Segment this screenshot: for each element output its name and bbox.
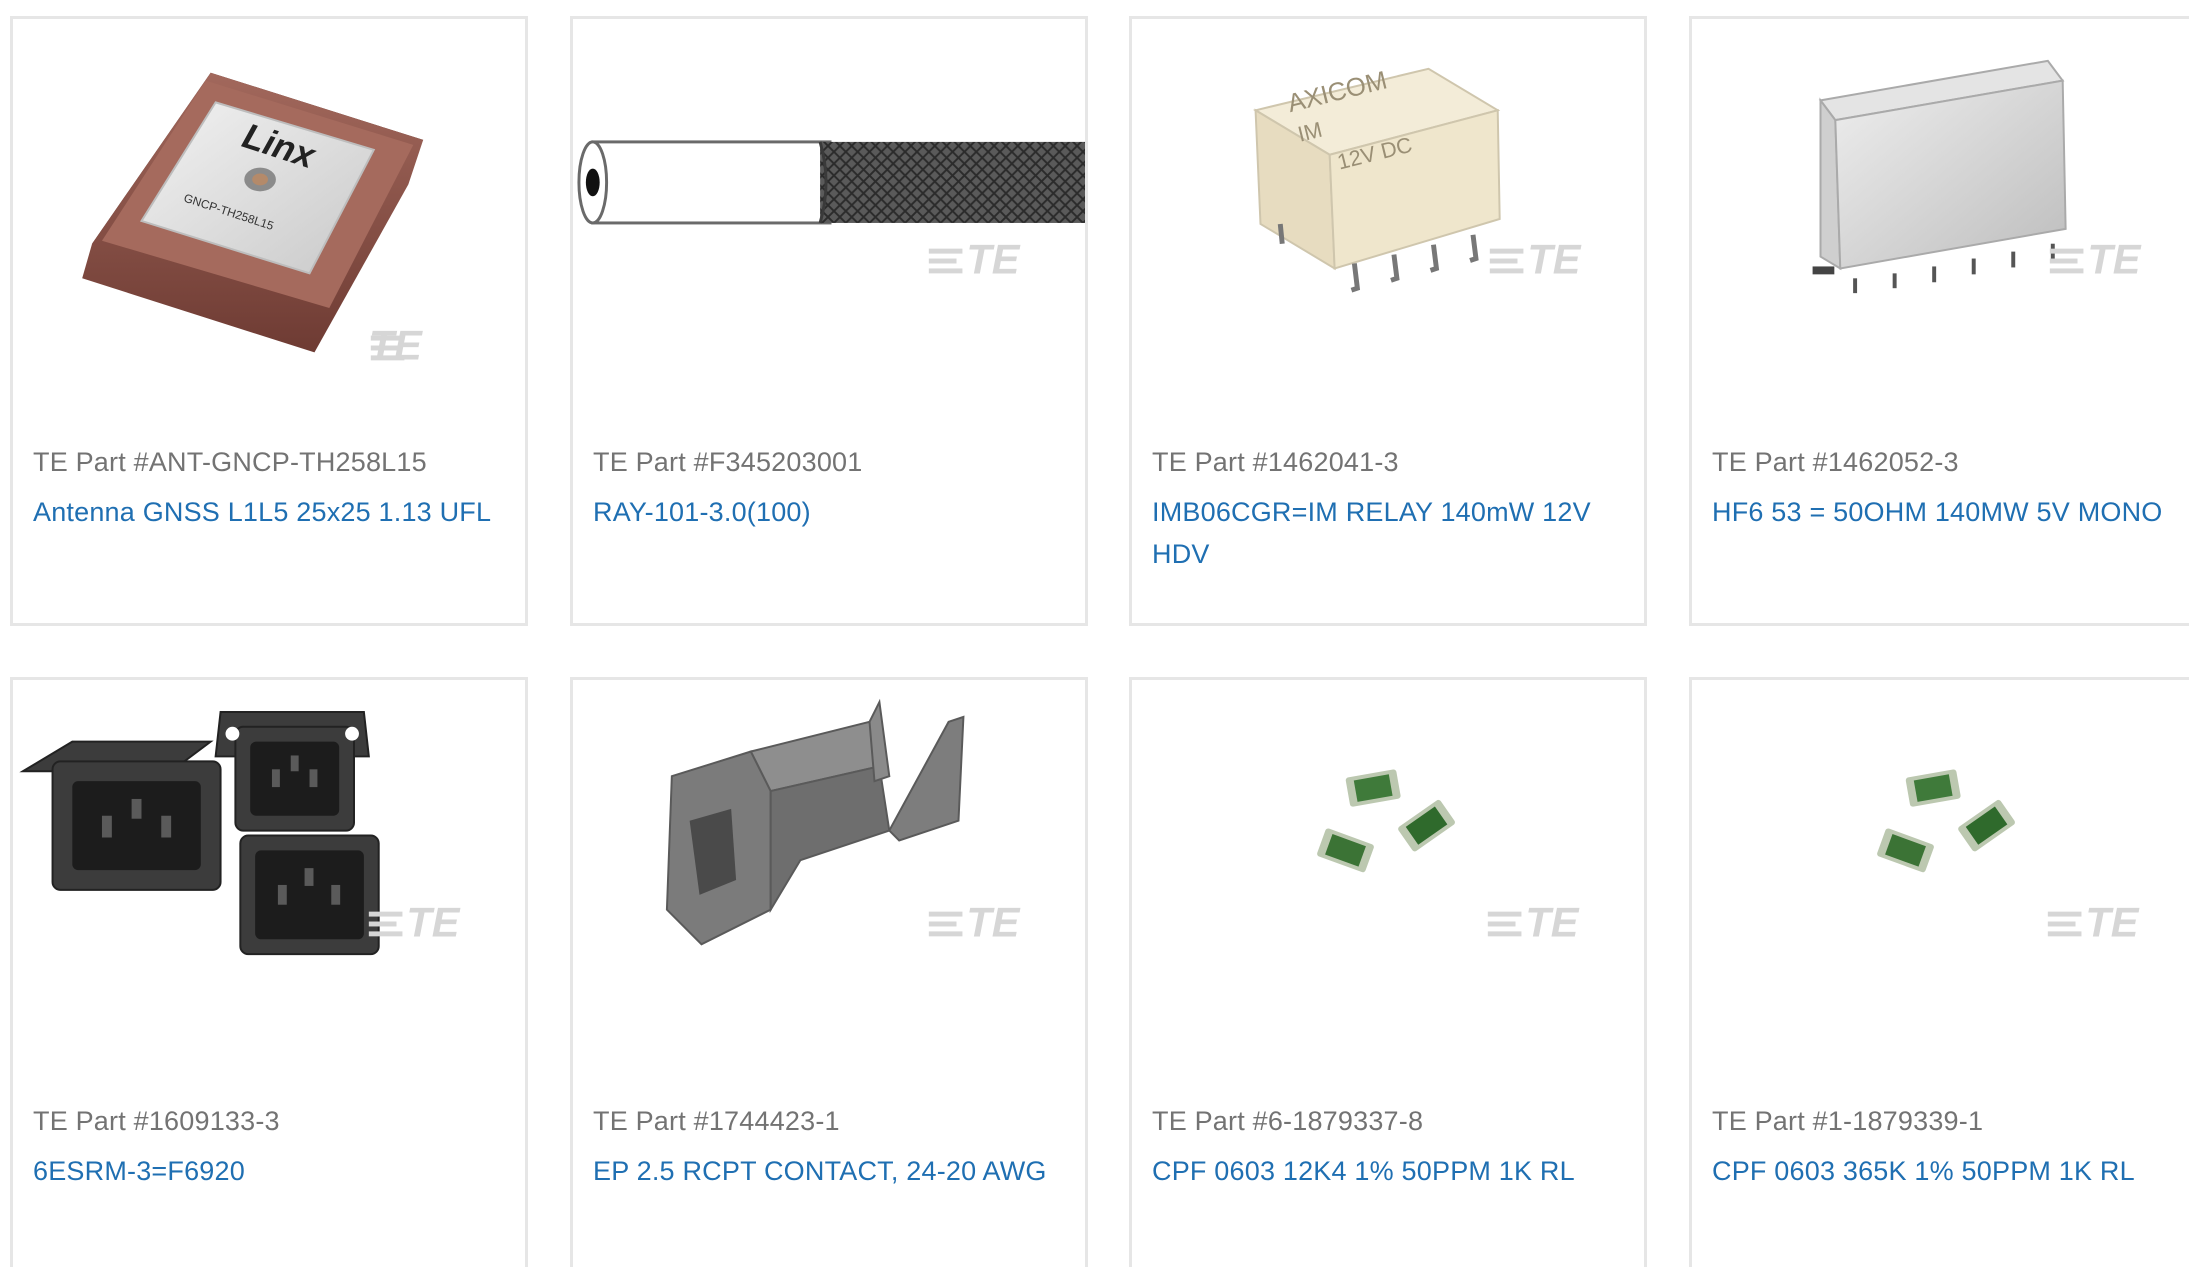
product-card[interactable]: AXICOM IM 12V DC TE TE Part #1462041-3 I… xyxy=(1129,16,1647,626)
product-image[interactable]: TE xyxy=(13,680,525,1080)
product-card[interactable]: TE TE Part #6-1879337-8 CPF 0603 12K4 1%… xyxy=(1129,677,1647,1267)
product-image[interactable]: TE xyxy=(573,19,1085,419)
te-watermark: TE xyxy=(406,898,460,945)
part-number: TE Part #1462041-3 xyxy=(1152,447,1399,477)
product-link[interactable]: 6ESRM-3=F6920 xyxy=(33,1150,503,1192)
part-number: TE Part #1744423-1 xyxy=(593,1106,840,1136)
chip-resistor-icon: TE xyxy=(1877,769,2140,945)
te-watermark: TE xyxy=(1527,235,1581,282)
part-number: TE Part #1462052-3 xyxy=(1712,447,1959,477)
product-link[interactable]: Antenna GNSS L1L5 25x25 1.13 UFL xyxy=(33,491,503,533)
te-watermark: TE xyxy=(369,321,423,368)
gnss-antenna-icon: Linx GNCP-TH258L15 TE xyxy=(82,72,424,368)
receptacle-contact-icon: TE xyxy=(665,698,1021,946)
te-watermark: TE xyxy=(966,235,1020,282)
product-image[interactable]: TE xyxy=(1692,19,2189,419)
product-image[interactable]: Linx GNCP-TH258L15 TE xyxy=(13,19,525,419)
product-image[interactable]: AXICOM IM 12V DC TE xyxy=(1132,19,1644,419)
product-link[interactable]: RAY-101-3.0(100) xyxy=(593,491,1063,533)
signal-relay-icon: AXICOM IM 12V DC TE xyxy=(1252,66,1582,293)
te-watermark: TE xyxy=(966,898,1020,945)
product-link[interactable]: EP 2.5 RCPT CONTACT, 24-20 AWG xyxy=(593,1150,1063,1192)
product-card[interactable]: TE TE Part #1609133-3 6ESRM-3=F6920 xyxy=(10,677,528,1267)
product-link[interactable]: IMB06CGR=IM RELAY 140mW 12V HDV xyxy=(1152,491,1622,575)
product-card[interactable]: TE TE Part #1462052-3 HF6 53 = 50OHM 140… xyxy=(1689,16,2189,626)
chip-resistor-icon: TE xyxy=(1317,769,1580,945)
product-card[interactable]: TE TE Part #1744423-1 EP 2.5 RCPT CONTAC… xyxy=(570,677,1088,1267)
product-card[interactable]: Linx GNCP-TH258L15 TE TE Part #ANT-GNCP-… xyxy=(10,16,528,626)
product-card[interactable]: TE TE Part #1-1879339-1 CPF 0603 365K 1%… xyxy=(1689,677,2189,1267)
product-link[interactable]: CPF 0603 365K 1% 50PPM 1K RL xyxy=(1712,1150,2189,1192)
product-image[interactable]: TE xyxy=(1132,680,1644,1080)
part-number: TE Part #6-1879337-8 xyxy=(1152,1106,1424,1136)
part-number: TE Part #1609133-3 xyxy=(33,1106,280,1136)
product-link[interactable]: CPF 0603 12K4 1% 50PPM 1K RL xyxy=(1152,1150,1622,1192)
product-image[interactable]: TE xyxy=(573,680,1085,1080)
braided-cable-icon: TE xyxy=(577,140,1085,282)
part-number: TE Part #1-1879339-1 xyxy=(1712,1106,1984,1136)
product-grid: Linx GNCP-TH258L15 TE TE Part #ANT-GNCP-… xyxy=(0,0,2189,1267)
te-watermark: TE xyxy=(2087,235,2141,282)
part-number: TE Part #ANT-GNCP-TH258L15 xyxy=(33,447,427,477)
te-watermark: TE xyxy=(1525,898,1579,945)
power-inlet-icon: TE xyxy=(19,710,461,956)
rf-relay-icon: TE xyxy=(1812,59,2142,294)
part-number: TE Part #F345203001 xyxy=(593,447,863,477)
product-link[interactable]: HF6 53 = 50OHM 140MW 5V MONO xyxy=(1712,491,2189,533)
product-card[interactable]: TE TE Part #F345203001 RAY-101-3.0(100) xyxy=(570,16,1088,626)
te-watermark: TE xyxy=(2085,898,2139,945)
product-image[interactable]: TE xyxy=(1692,680,2189,1080)
